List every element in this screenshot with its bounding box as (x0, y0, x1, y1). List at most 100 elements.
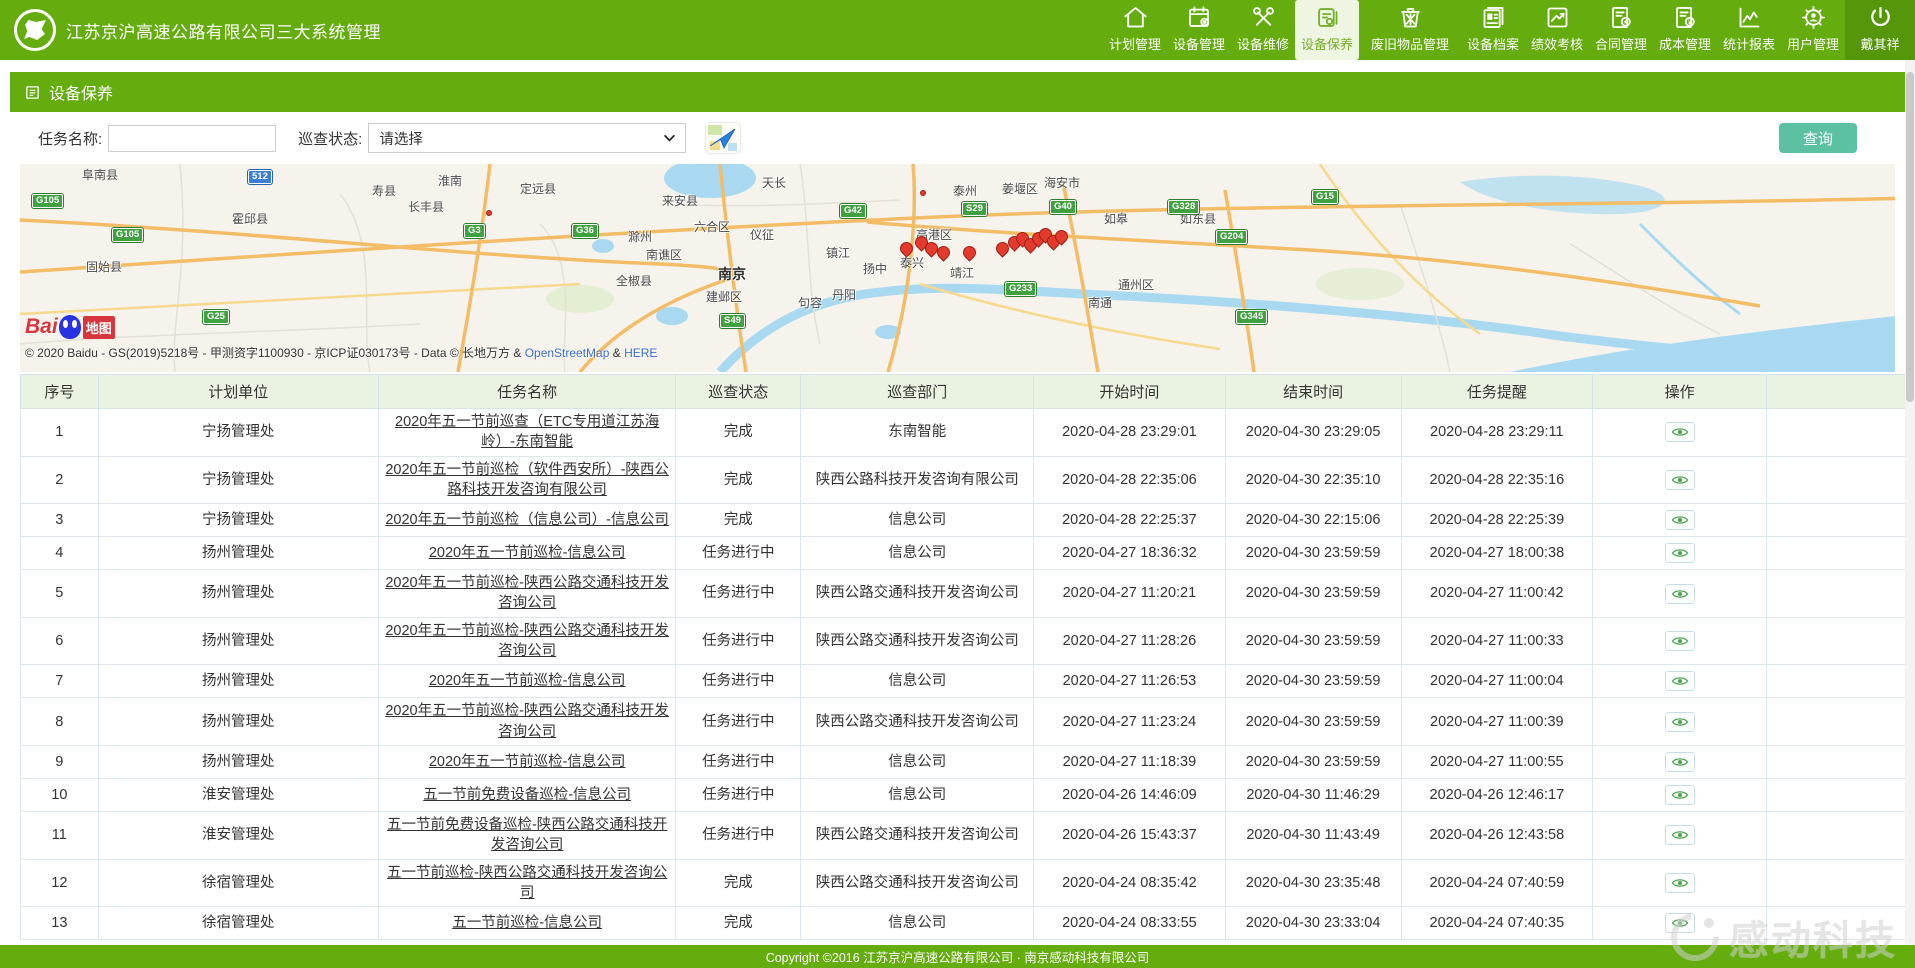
task-link[interactable]: 2020年五一节前巡检-陕西公路交通科技开发咨询公司 (385, 575, 669, 611)
view-detail-button[interactable] (1665, 470, 1695, 490)
task-link[interactable]: 2020年五一节前巡查（ETC专用道江苏海岭）-东南智能 (395, 414, 659, 450)
nav-item-统计报表[interactable]: 统计报表 (1717, 0, 1781, 60)
task-link[interactable]: 2020年五一节前巡检（软件西安所）-陕西公路科技开发咨询有限公司 (385, 462, 669, 498)
task-link[interactable]: 五一节前巡检-信息公司 (452, 915, 602, 931)
map-locate-button[interactable] (704, 121, 742, 155)
cell-unit: 宁扬管理处 (98, 504, 378, 537)
cell-end-time: 2020-04-30 23:59:59 (1225, 745, 1401, 778)
cell-end-time: 2020-04-30 23:29:05 (1225, 409, 1401, 457)
map-city-label: 镇江 (826, 244, 850, 261)
nav-item-成本管理[interactable]: ¥成本管理 (1653, 0, 1717, 60)
map-city-label: 长丰县 (408, 198, 444, 215)
query-button[interactable]: 查询 (1779, 123, 1857, 153)
eye-icon (1671, 474, 1689, 486)
openstreetmap-link[interactable]: OpenStreetMap (525, 346, 610, 360)
map-marker-dot[interactable] (486, 210, 492, 216)
task-link[interactable]: 2020年五一节前巡检-信息公司 (429, 545, 626, 561)
nav-item-label: 统计报表 (1723, 34, 1775, 53)
road-shield: G345 (1236, 310, 1267, 324)
nav-item-设备档案[interactable]: 设备档案 (1461, 0, 1525, 60)
attribution-separator: & (609, 346, 624, 360)
task-name-input[interactable] (108, 125, 276, 152)
task-link[interactable]: 五一节前免费设备巡检-陕西公路交通科技开发咨询公司 (387, 817, 667, 853)
nav-item-合同管理[interactable]: 合同管理 (1589, 0, 1653, 60)
column-header: 巡查部门 (801, 375, 1034, 409)
road-shield: 512 (248, 170, 272, 184)
nav-item-绩效考核[interactable]: 绩效考核 (1525, 0, 1589, 60)
nav-item-label: 成本管理 (1659, 34, 1711, 53)
eye-icon (1671, 829, 1689, 841)
here-link[interactable]: HERE (624, 346, 657, 360)
cell-no: 6 (21, 617, 99, 665)
view-detail-button[interactable] (1665, 712, 1695, 732)
view-detail-button[interactable] (1665, 913, 1695, 933)
nav-item-label: 用户管理 (1787, 34, 1839, 53)
vertical-scrollbar[interactable] (1905, 60, 1915, 945)
cell-no: 10 (21, 778, 99, 811)
task-link[interactable]: 2020年五一节前巡检-陕西公路交通科技开发咨询公司 (385, 623, 669, 659)
nav-item-计划管理[interactable]: 计划管理 (1103, 0, 1167, 60)
nav-item-设备保养[interactable]: 设备保养 (1295, 0, 1359, 60)
device-card-icon (1314, 4, 1341, 31)
task-link[interactable]: 2020年五一节前巡检-信息公司 (429, 754, 626, 770)
page-title-bar: 设备保养 (10, 72, 1905, 112)
view-detail-button[interactable] (1665, 825, 1695, 845)
nav-item-设备管理[interactable]: 设备管理 (1167, 0, 1231, 60)
cell-status: 任务进行中 (676, 698, 801, 746)
table-row: 8扬州管理处2020年五一节前巡检-陕西公路交通科技开发咨询公司任务进行中陕西公… (21, 698, 1915, 746)
cell-empty (1767, 698, 1915, 746)
view-detail-button[interactable] (1665, 785, 1695, 805)
cell-task: 五一节前免费设备巡检-陕西公路交通科技开发咨询公司 (378, 811, 675, 859)
cell-unit: 宁扬管理处 (98, 409, 378, 457)
road-shield: G15 (1312, 190, 1338, 204)
task-link[interactable]: 2020年五一节前巡检-信息公司 (429, 673, 626, 689)
table-row: 5扬州管理处2020年五一节前巡检-陕西公路交通科技开发咨询公司任务进行中陕西公… (21, 570, 1915, 618)
status-select-value: 请选择 (379, 128, 423, 149)
view-detail-button[interactable] (1665, 422, 1695, 442)
cell-empty (1767, 537, 1915, 570)
cell-remind-time: 2020-04-27 18:00:38 (1401, 537, 1592, 570)
cell-end-time: 2020-04-30 23:33:04 (1225, 907, 1401, 940)
status-select[interactable]: 请选择 (368, 123, 686, 153)
view-detail-button[interactable] (1665, 543, 1695, 563)
map-city-label: 南通 (1088, 294, 1112, 311)
contract-star-icon (1608, 4, 1635, 31)
copyright-text: Copyright ©2016 江苏京沪高速公路有限公司 · 南京感动科技有限公… (766, 947, 1150, 966)
cell-no: 9 (21, 745, 99, 778)
user-menu[interactable]: 戴其祥 (1845, 0, 1915, 60)
table-row: 7扬州管理处2020年五一节前巡检-信息公司任务进行中信息公司2020-04-2… (21, 665, 1915, 698)
view-detail-button[interactable] (1665, 873, 1695, 893)
cell-actions (1592, 409, 1766, 457)
view-detail-button[interactable] (1665, 631, 1695, 651)
cell-status: 任务进行中 (676, 778, 801, 811)
nav-item-废旧物品管理[interactable]: 废旧物品管理 (1359, 0, 1461, 60)
map-city-label: 泰州 (953, 182, 977, 199)
view-detail-button[interactable] (1665, 752, 1695, 772)
cell-start-time: 2020-04-27 11:20:21 (1034, 570, 1225, 618)
cell-remind-time: 2020-04-27 11:00:04 (1401, 665, 1592, 698)
map-marker-dot[interactable] (920, 190, 926, 196)
scrollbar-thumb[interactable] (1906, 72, 1914, 402)
table-header-row: 序号计划单位任务名称巡查状态巡查部门开始时间结束时间任务提醒操作 (21, 375, 1915, 409)
map-city-label: 建邺区 (706, 288, 742, 305)
task-link[interactable]: 2020年五一节前巡检-陕西公路交通科技开发咨询公司 (385, 703, 669, 739)
task-link[interactable]: 五一节前免费设备巡检-信息公司 (423, 787, 631, 803)
nav-item-用户管理[interactable]: 用户管理 (1781, 0, 1845, 60)
view-detail-button[interactable] (1665, 584, 1695, 604)
task-link[interactable]: 2020年五一节前巡检（信息公司）-信息公司 (385, 512, 669, 528)
eye-icon (1671, 877, 1689, 889)
cell-dept: 信息公司 (801, 907, 1034, 940)
cell-remind-time: 2020-04-27 11:00:55 (1401, 745, 1592, 778)
cell-actions (1592, 570, 1766, 618)
nav-item-设备维修[interactable]: 设备维修 (1231, 0, 1295, 60)
cell-task: 2020年五一节前巡检-信息公司 (378, 665, 675, 698)
view-detail-button[interactable] (1665, 671, 1695, 691)
cell-start-time: 2020-04-27 18:36:32 (1034, 537, 1225, 570)
view-detail-button[interactable] (1665, 510, 1695, 530)
baidu-map[interactable]: 阜南县淮南寿县长丰县定远县霍邱县固始县来安县滁州南谯区全椒县天长仪征六合区南京建… (20, 164, 1895, 372)
cell-dept: 陕西公路交通科技开发咨询公司 (801, 859, 1034, 907)
cell-end-time: 2020-04-30 22:15:06 (1225, 504, 1401, 537)
task-link[interactable]: 五一节前巡检-陕西公路交通科技开发咨询公司 (387, 865, 667, 901)
cell-actions (1592, 907, 1766, 940)
search-toolbar: 任务名称: 巡查状态: 请选择 查询 (10, 112, 1905, 164)
